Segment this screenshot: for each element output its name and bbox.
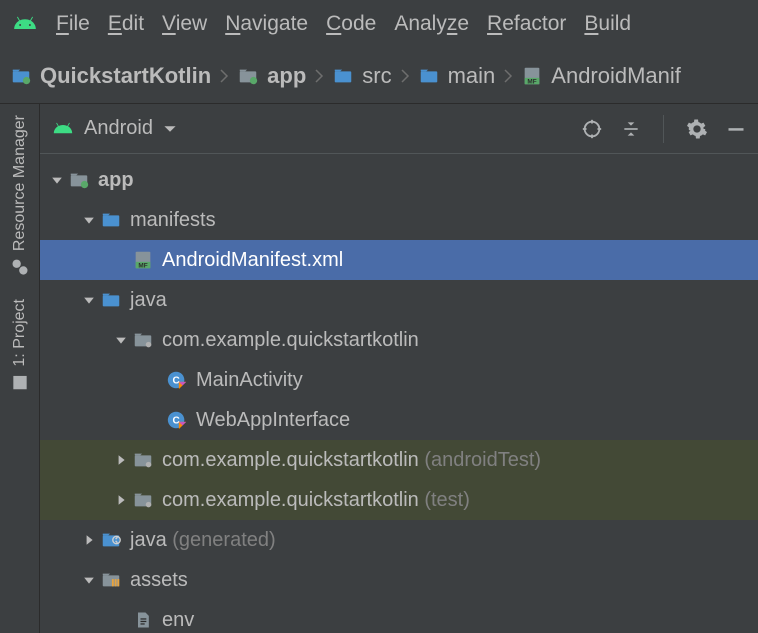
folder-icon xyxy=(418,65,440,87)
tool-window-bar-left: Resource Manager 1: Project xyxy=(0,104,40,633)
breadcrumb-label: app xyxy=(267,63,306,89)
tree-row-label: assets xyxy=(124,569,188,592)
tree-row[interactable]: com.example.quickstartkotlin (test) xyxy=(40,480,758,520)
svg-text:MF: MF xyxy=(528,78,537,85)
expand-arrow-right-icon[interactable] xyxy=(112,454,130,466)
menu-edit[interactable]: Edit xyxy=(108,12,144,36)
sidebar-label: Resource Manager xyxy=(11,115,29,251)
folder-icon xyxy=(332,65,354,87)
tree-row-label: java xyxy=(124,289,167,312)
package-icon xyxy=(130,489,156,511)
expand-arrow-down-icon[interactable] xyxy=(80,214,98,226)
breadcrumb-label: main xyxy=(448,63,496,89)
expand-arrow-down-icon[interactable] xyxy=(80,294,98,306)
target-icon[interactable] xyxy=(581,118,603,140)
manifest-icon: MF xyxy=(130,249,156,271)
tree-row-label: env xyxy=(156,609,194,632)
breadcrumb-item[interactable]: app xyxy=(237,63,306,89)
tree-row-label: app xyxy=(92,169,134,192)
tree-row[interactable]: C MainActivity xyxy=(40,360,758,400)
chevron-down-icon[interactable] xyxy=(163,122,177,136)
package-icon xyxy=(130,449,156,471)
breadcrumb-separator-icon xyxy=(501,68,515,84)
breadcrumb-separator-icon xyxy=(398,68,412,84)
svg-text:MF: MF xyxy=(138,262,147,269)
resource-icon xyxy=(10,257,30,277)
menu-analyze[interactable]: Analyze xyxy=(394,12,469,36)
tree-row-label: WebAppInterface xyxy=(190,409,350,432)
android-icon xyxy=(52,118,74,140)
menu-view[interactable]: View xyxy=(162,12,207,36)
divider xyxy=(663,115,664,143)
breadcrumb-separator-icon xyxy=(312,68,326,84)
tree-row[interactable]: MF AndroidManifest.xml xyxy=(40,240,758,280)
tree-row[interactable]: com.example.quickstartkotlin xyxy=(40,320,758,360)
kotlin-class-icon: C xyxy=(164,369,190,391)
expand-arrow-down-icon[interactable] xyxy=(80,574,98,586)
breadcrumb-separator-icon xyxy=(217,68,231,84)
svg-text:C: C xyxy=(172,376,179,387)
menu-code[interactable]: Code xyxy=(326,12,376,36)
module-icon xyxy=(66,169,92,191)
module-icon xyxy=(237,65,259,87)
tree-row[interactable]: C WebAppInterface xyxy=(40,400,758,440)
project-panel: Android appmani xyxy=(40,104,758,633)
project-tool-icon xyxy=(10,373,30,393)
project-tree[interactable]: app manifests MF AndroidManifest.xml java com… xyxy=(40,154,758,633)
expand-arrow-down-icon[interactable] xyxy=(48,174,66,186)
tree-row-label: com.example.quickstartkotlin xyxy=(156,329,419,352)
breadcrumb-label: AndroidManif xyxy=(551,63,681,89)
gear-icon[interactable] xyxy=(686,118,708,140)
menubar: File Edit View Navigate Code Analyze Ref… xyxy=(0,0,758,48)
view-selector-label[interactable]: Android xyxy=(84,117,153,140)
tree-row[interactable]: java (generated) xyxy=(40,520,758,560)
tree-row[interactable]: manifests xyxy=(40,200,758,240)
breadcrumb-item[interactable]: main xyxy=(418,63,496,89)
folder-icon xyxy=(98,209,124,231)
sidebar-label: 1: Project xyxy=(11,299,29,367)
sidebar-resource-manager[interactable]: Resource Manager xyxy=(9,108,31,284)
hide-icon[interactable] xyxy=(726,119,746,139)
tree-row-label: AndroidManifest.xml xyxy=(156,249,343,272)
tree-row[interactable]: assets xyxy=(40,560,758,600)
tree-row[interactable]: java xyxy=(40,280,758,320)
breadcrumb-label: QuickstartKotlin xyxy=(40,63,211,89)
menu-build[interactable]: Build xyxy=(584,12,631,36)
breadcrumb-item[interactable]: src xyxy=(332,63,391,89)
svg-text:C: C xyxy=(172,416,179,427)
tree-row-label: java (generated) xyxy=(124,529,276,552)
tree-row-label: manifests xyxy=(124,209,216,232)
tree-row[interactable]: env xyxy=(40,600,758,633)
panel-header: Android xyxy=(40,104,758,154)
project-icon xyxy=(10,65,32,87)
menu-refactor[interactable]: Refactor xyxy=(487,12,566,36)
tree-row[interactable]: app xyxy=(40,160,758,200)
menu-file[interactable]: File xyxy=(56,12,90,36)
package-icon xyxy=(130,329,156,351)
file-icon xyxy=(130,610,156,630)
menu-navigate[interactable]: Navigate xyxy=(225,12,308,36)
android-logo-icon xyxy=(12,11,38,37)
expand-arrow-right-icon[interactable] xyxy=(112,494,130,506)
breadcrumb-item[interactable]: MF AndroidManif xyxy=(521,63,681,89)
folder-icon xyxy=(98,289,124,311)
breadcrumb-item[interactable]: QuickstartKotlin xyxy=(10,63,211,89)
expand-arrow-down-icon[interactable] xyxy=(112,334,130,346)
tree-row[interactable]: com.example.quickstartkotlin (androidTes… xyxy=(40,440,758,480)
expand-arrow-right-icon[interactable] xyxy=(80,534,98,546)
breadcrumb-label: src xyxy=(362,63,391,89)
kotlin-class-icon: C xyxy=(164,409,190,431)
tree-row-label: com.example.quickstartkotlin (androidTes… xyxy=(156,449,541,472)
breadcrumb: QuickstartKotlin app src main MF AndroidManif xyxy=(0,48,758,104)
manifest-icon: MF xyxy=(521,65,543,87)
tree-row-label: com.example.quickstartkotlin (test) xyxy=(156,489,470,512)
gen-folder-icon xyxy=(98,529,124,551)
collapse-all-icon[interactable] xyxy=(621,119,641,139)
tree-row-label: MainActivity xyxy=(190,369,303,392)
sidebar-project[interactable]: 1: Project xyxy=(9,292,31,400)
assets-folder-icon xyxy=(98,569,124,591)
